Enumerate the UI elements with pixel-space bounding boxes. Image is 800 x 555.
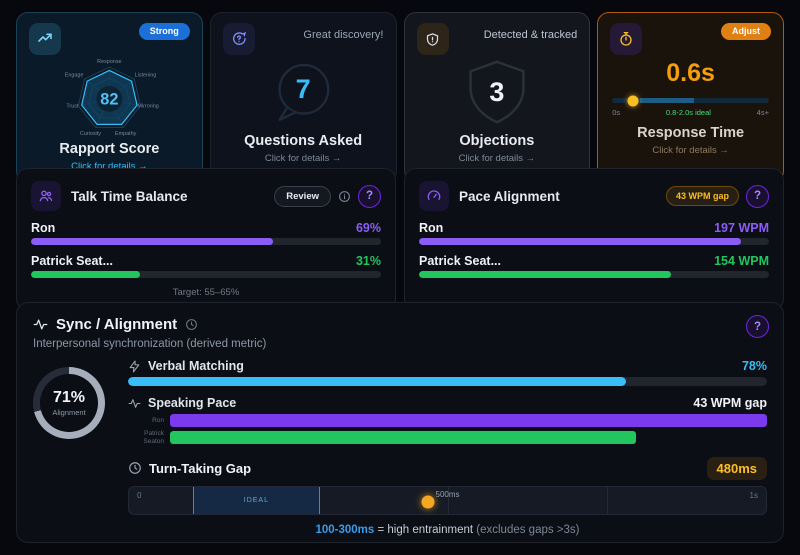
history-clock-icon[interactable] — [185, 318, 198, 331]
kpi-row: Strong 82 Response Listening Mirroring E… — [16, 12, 784, 157]
tt-scale-max: 1s — [750, 491, 758, 500]
tt-tick-75 — [607, 487, 608, 514]
info-icon[interactable] — [338, 190, 351, 203]
turn-taking-slider[interactable]: 0 1s IDEAL 500ms — [128, 486, 767, 515]
speaker-value: 31% — [356, 254, 381, 268]
speaker-name: Patrick Seat... — [31, 254, 113, 268]
talk-time-title: Talk Time Balance — [71, 189, 274, 204]
activity-icon — [128, 397, 141, 410]
verbal-matching-label: Verbal Matching — [148, 359, 735, 373]
speaker-name: Ron — [31, 221, 55, 235]
alignment-gauge: 71% Alignment — [33, 367, 105, 439]
verbal-matching-section: Verbal Matching 78% — [128, 359, 767, 386]
gauge-icon — [419, 181, 449, 211]
verbal-matching-bar — [128, 377, 767, 386]
turn-taking-label: Turn-Taking Gap — [149, 461, 700, 476]
turn-taking-section: Turn-Taking Gap 480ms 0 1s IDEAL 500ms 1… — [128, 457, 767, 536]
pace-row-name: Ron — [128, 417, 164, 425]
clock-icon — [128, 461, 142, 475]
sync-alignment-card: ? Sync / Alignment Interpersonal synchro… — [16, 302, 784, 543]
pace-alignment-card: Pace Alignment 43 WPM gap ? Ron 197 WPM … — [404, 168, 784, 311]
speaking-pace-value: 43 WPM gap — [693, 396, 767, 410]
question-bubble-icon — [223, 23, 255, 55]
wpm-gap-badge: 43 WPM gap — [666, 186, 739, 206]
alignment-label: Alignment — [52, 408, 85, 417]
svg-text:Curiosity: Curiosity — [80, 131, 101, 137]
svg-text:Trust: Trust — [66, 103, 79, 109]
adjust-badge[interactable]: Adjust — [721, 23, 771, 40]
talk-time-balance-card: Talk Time Balance Review ? Ron 69% Patri… — [16, 168, 396, 311]
rapport-score-card[interactable]: Strong 82 Response Listening Mirroring E… — [16, 12, 203, 183]
talk-time-target: Target: 55–65% — [31, 287, 381, 298]
response-time-card[interactable]: Adjust 0.6s 0s 0.8-2.0s ideal 4s+ Respon… — [597, 12, 784, 183]
response-details-link[interactable]: Click for details → — [610, 145, 771, 156]
speaker-value: 197 WPM — [714, 221, 769, 235]
svg-text:Engage: Engage — [65, 73, 84, 79]
rapport-score-value: 82 — [100, 90, 118, 108]
turn-taking-marker[interactable] — [422, 495, 435, 508]
svg-text:Empathy: Empathy — [115, 131, 137, 137]
speaker-value: 69% — [356, 221, 381, 235]
response-time-marker[interactable] — [627, 95, 638, 106]
turn-taking-note: 100-300ms = high entrainment (excludes g… — [128, 524, 767, 536]
objections-card-title: Objections — [417, 133, 578, 149]
talk-time-bar-ron — [31, 238, 381, 245]
speaker-value: 154 WPM — [714, 254, 769, 268]
pace-alignment-title: Pace Alignment — [459, 189, 666, 204]
speaking-pace-section: Speaking Pace 43 WPM gap Ron Patrick Sea… — [128, 396, 767, 446]
balance-row: Talk Time Balance Review ? Ron 69% Patri… — [16, 168, 784, 291]
svg-text:Mirroring: Mirroring — [137, 103, 158, 109]
questions-details-link[interactable]: Click for details → — [223, 153, 384, 164]
pace-bar-ron — [419, 238, 769, 245]
activity-icon — [33, 317, 48, 332]
pace-row-bar-patrick — [170, 431, 767, 444]
talk-time-help-button[interactable]: ? — [358, 185, 381, 208]
shield-alert-icon — [417, 23, 449, 55]
speaker-name: Ron — [419, 221, 443, 235]
dashboard: Strong 82 Response Listening Mirroring E… — [0, 0, 800, 555]
response-time-ideal-zone — [640, 98, 693, 103]
talk-time-bar-patrick — [31, 271, 381, 278]
response-time-slider[interactable] — [612, 98, 769, 103]
speaking-pace-label: Speaking Pace — [148, 396, 686, 410]
turn-taking-value-badge: 480ms — [707, 457, 767, 480]
rt-scale-ideal: 0.8-2.0s ideal — [666, 108, 711, 117]
rapport-radar-chart: 82 Response Listening Mirroring Empathy … — [29, 55, 190, 141]
questions-card-title: Questions Asked — [223, 133, 384, 149]
speaker-name: Patrick Seat... — [419, 254, 501, 268]
sync-subtitle: Interpersonal synchronization (derived m… — [33, 338, 767, 350]
review-button[interactable]: Review — [274, 186, 331, 207]
questions-count: 7 — [296, 74, 311, 105]
tt-scale-mid: 500ms — [435, 490, 459, 499]
rt-scale-max: 4s+ — [757, 108, 769, 117]
pace-bar-patrick — [419, 271, 769, 278]
response-card-title: Response Time — [610, 125, 771, 141]
trend-up-icon — [29, 23, 61, 55]
objections-details-link[interactable]: Click for details → — [417, 153, 578, 164]
rapport-strength-badge[interactable]: Strong — [139, 23, 190, 40]
response-time-value: 0.6s — [610, 59, 771, 88]
rt-scale-min: 0s — [612, 108, 620, 117]
objections-card[interactable]: Detected & tracked 3 Objections Click fo… — [404, 12, 591, 183]
pace-row-name: Patrick Seaton — [128, 430, 164, 446]
svg-text:Response: Response — [97, 59, 121, 65]
sync-title: Sync / Alignment — [56, 316, 177, 333]
alignment-value: 71% — [53, 389, 85, 407]
tt-ideal-zone: IDEAL — [193, 487, 320, 514]
objections-count: 3 — [489, 77, 504, 108]
rapport-card-title: Rapport Score — [29, 141, 190, 157]
stopwatch-icon — [610, 23, 642, 55]
verbal-matching-value: 78% — [742, 359, 767, 373]
questions-status: Great discovery! — [303, 23, 383, 41]
sync-help-button[interactable]: ? — [746, 315, 769, 338]
svg-text:Listening: Listening — [135, 73, 157, 79]
tt-scale-min: 0 — [137, 491, 141, 500]
questions-asked-card[interactable]: Great discovery! 7 Questions Asked Click… — [210, 12, 397, 183]
people-icon — [31, 181, 61, 211]
pace-row-bar-ron — [170, 414, 767, 427]
pace-help-button[interactable]: ? — [746, 185, 769, 208]
zap-icon — [128, 360, 141, 373]
objections-status: Detected & tracked — [484, 23, 578, 41]
